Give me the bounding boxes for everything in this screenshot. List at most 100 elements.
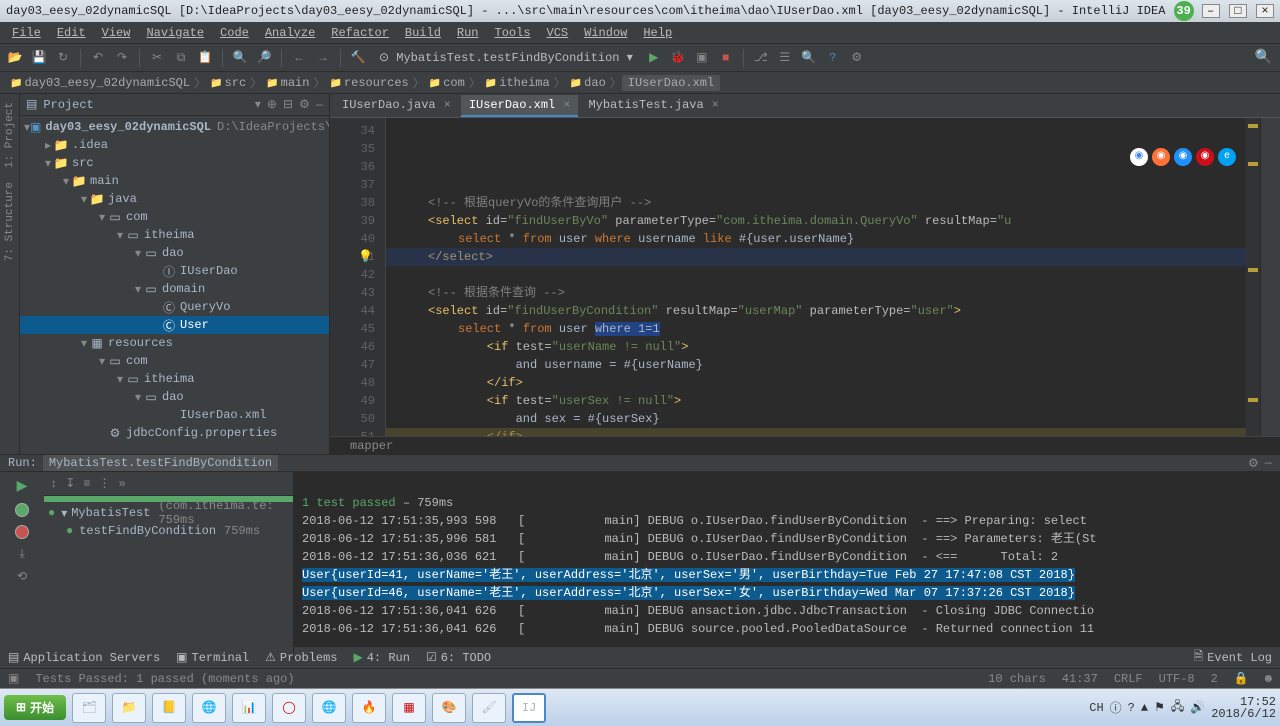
tree-node[interactable]: 📁src: [20, 154, 329, 172]
tree-node[interactable]: ▦resources: [20, 334, 329, 352]
build-icon[interactable]: 🔨: [349, 49, 367, 67]
test-stop-icon[interactable]: [15, 525, 29, 539]
crumb-root[interactable]: day03_eesy_02dynamicSQL: [6, 76, 194, 90]
code-editor[interactable]: 💡 <!-- 根据queryVo的条件查询用户 --> <select id="…: [386, 118, 1260, 436]
taskbar-app[interactable]: ▦: [392, 693, 426, 723]
taskbar-app[interactable]: 🔥: [352, 693, 386, 723]
chrome-icon[interactable]: ◉: [1130, 148, 1148, 166]
terminal-button[interactable]: ▣ Terminal: [176, 650, 249, 665]
tray-icon[interactable]: ▲: [1141, 701, 1148, 715]
crumb[interactable]: main: [262, 76, 313, 90]
notification-badge[interactable]: 39: [1174, 1, 1194, 21]
tree-node[interactable]: ⒾIUserDao: [20, 262, 329, 280]
ime-indicator[interactable]: CH: [1089, 701, 1103, 715]
taskbar-app[interactable]: 🗂: [72, 693, 106, 723]
save-icon[interactable]: 💾: [30, 49, 48, 67]
undo-icon[interactable]: ↶: [89, 49, 107, 67]
tree-node[interactable]: 📁.idea: [20, 136, 329, 154]
menu-code[interactable]: Code: [212, 26, 257, 40]
sync-icon[interactable]: ↻: [54, 49, 72, 67]
crumb[interactable]: resources: [325, 76, 412, 90]
app-servers-button[interactable]: ▤ Application Servers: [8, 650, 160, 665]
close-icon[interactable]: ×: [563, 98, 570, 112]
project-dropdown[interactable]: [255, 97, 261, 112]
crumb[interactable]: itheima: [481, 76, 554, 90]
tab-mybatistest[interactable]: MybatisTest.java×: [580, 95, 726, 117]
taskbar-app[interactable]: 🌐: [312, 693, 346, 723]
forward-icon[interactable]: →: [314, 49, 332, 67]
test-ok-icon[interactable]: [15, 503, 29, 517]
safari-icon[interactable]: ◉: [1174, 148, 1192, 166]
paste-icon[interactable]: 📋: [196, 49, 214, 67]
stop-icon[interactable]: ■: [717, 49, 735, 67]
taskbar-app-intellij[interactable]: IJ: [512, 693, 546, 723]
status-line-sep[interactable]: CRLF: [1114, 672, 1143, 686]
tray-flag-icon[interactable]: ⚑: [1154, 700, 1165, 715]
menu-refactor[interactable]: Refactor: [323, 26, 397, 40]
open-icon[interactable]: 📂: [6, 49, 24, 67]
tree-node[interactable]: 📁java: [20, 190, 329, 208]
line-gutter[interactable]: 343536373839404142434445464748495051: [330, 118, 386, 436]
menu-file[interactable]: File: [4, 26, 49, 40]
opera-icon[interactable]: ◉: [1196, 148, 1214, 166]
taskbar-app[interactable]: 🖌: [472, 693, 506, 723]
hide-icon[interactable]: —: [1265, 456, 1272, 470]
menu-edit[interactable]: Edit: [49, 26, 94, 40]
crumb[interactable]: src: [206, 76, 250, 90]
project-view-icon[interactable]: ▤: [26, 97, 37, 112]
run-console[interactable]: 1 test passed – 759ms 2018-06-12 17:51:3…: [294, 472, 1280, 660]
replace-icon[interactable]: 🔎: [255, 49, 273, 67]
cut-icon[interactable]: ✂: [148, 49, 166, 67]
run-config-selector[interactable]: ⊙ MybatisTest.testFindByCondition ▾: [373, 50, 639, 65]
status-position[interactable]: 41:37: [1062, 672, 1098, 686]
tree-node[interactable]: ▭dao: [20, 244, 329, 262]
search-everywhere-icon[interactable]: 🔍: [1255, 49, 1272, 66]
gear-icon[interactable]: ⚙: [1248, 456, 1259, 471]
status-icon[interactable]: ▣: [8, 671, 19, 686]
start-button[interactable]: ⊞ 开始: [4, 695, 66, 720]
vcs-icon[interactable]: ⎇: [752, 49, 770, 67]
collapse-icon[interactable]: ↧: [65, 476, 75, 491]
tree-node[interactable]: ⚙jdbcConfig.properties: [20, 424, 329, 442]
firefox-icon[interactable]: ◉: [1152, 148, 1170, 166]
down-icon[interactable]: ⤓: [19, 547, 24, 561]
menu-help[interactable]: Help: [635, 26, 680, 40]
menu-vcs[interactable]: VCS: [539, 26, 577, 40]
tab-iuserdao-xml[interactable]: IUserDao.xml×: [461, 95, 579, 117]
tree-node[interactable]: IUserDao.xml: [20, 406, 329, 424]
tree-node[interactable]: ▭dao: [20, 388, 329, 406]
scroll-to-icon[interactable]: ⊕: [267, 97, 277, 112]
copy-icon[interactable]: ⧉: [172, 49, 190, 67]
pin-icon[interactable]: ⟲: [17, 569, 27, 584]
sort-icon[interactable]: ≡: [83, 477, 90, 491]
taskbar-app[interactable]: 🌐: [192, 693, 226, 723]
settings-icon[interactable]: ⚙: [848, 49, 866, 67]
menu-navigate[interactable]: Navigate: [138, 26, 212, 40]
tab-iuserdao-java[interactable]: IUserDao.java×: [334, 95, 459, 117]
hector-icon[interactable]: ☻: [1265, 672, 1272, 686]
project-tool-button[interactable]: 1: Project: [4, 98, 16, 172]
status-context[interactable]: 2: [1211, 672, 1218, 686]
more-icon[interactable]: »: [118, 477, 125, 491]
crumb-file[interactable]: IUserDao.xml: [622, 75, 720, 91]
collapse-all-icon[interactable]: ⊟: [283, 97, 293, 112]
maximize-button[interactable]: □: [1229, 4, 1247, 18]
gear-icon[interactable]: ⚙: [299, 97, 310, 112]
taskbar-app[interactable]: 📁: [112, 693, 146, 723]
edge-icon[interactable]: e: [1218, 148, 1236, 166]
taskbar-app[interactable]: 🎨: [432, 693, 466, 723]
help-icon[interactable]: ?: [824, 49, 842, 67]
run-icon[interactable]: ▶: [645, 49, 663, 67]
taskbar-app[interactable]: 📊: [232, 693, 266, 723]
tray-network-icon[interactable]: 🖧: [1171, 697, 1184, 718]
back-icon[interactable]: ←: [290, 49, 308, 67]
search-icon[interactable]: 🔍: [800, 49, 818, 67]
status-encoding[interactable]: UTF-8: [1159, 672, 1195, 686]
coverage-icon[interactable]: ▣: [693, 49, 711, 67]
error-stripe[interactable]: [1246, 118, 1260, 436]
hide-icon[interactable]: —: [316, 98, 323, 112]
tray-clock[interactable]: 17:522018/6/12: [1211, 696, 1276, 720]
taskbar-app[interactable]: ◯: [272, 693, 306, 723]
menu-tools[interactable]: Tools: [487, 26, 539, 40]
expand-icon[interactable]: ↕: [50, 477, 57, 491]
